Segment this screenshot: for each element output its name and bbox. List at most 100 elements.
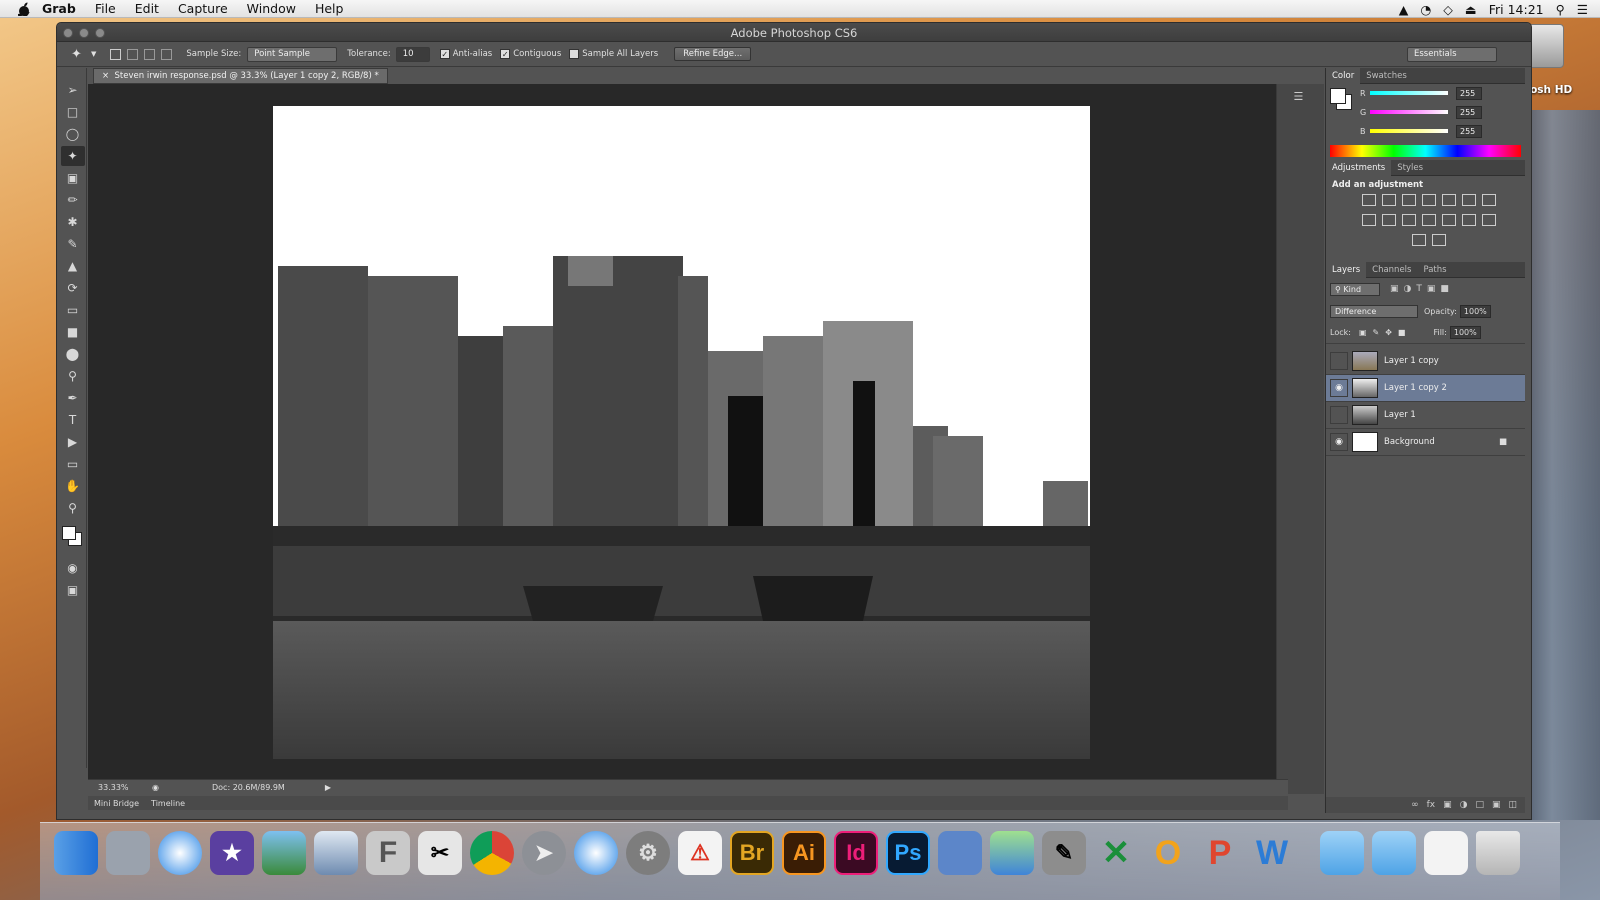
layer-row-selected[interactable]: ◉ Layer 1 copy 2 — [1326, 375, 1525, 402]
new-group-icon[interactable]: □ — [1475, 800, 1484, 810]
imovie-icon[interactable]: ★ — [210, 831, 254, 875]
close-tab-icon[interactable]: × — [102, 71, 115, 81]
color-panel-foreground[interactable] — [1330, 88, 1346, 104]
adjustment-layer-icon[interactable]: ◑ — [1460, 800, 1468, 810]
trash-icon[interactable] — [1476, 831, 1520, 875]
add-mask-icon[interactable]: ▣ — [1443, 800, 1452, 810]
black-white-icon[interactable] — [1362, 214, 1376, 226]
path-selection-tool-icon[interactable]: ▶ — [61, 432, 85, 452]
sample-all-layers-checkbox[interactable]: Sample All Layers — [569, 49, 658, 59]
invert-icon[interactable] — [1442, 214, 1456, 226]
tab-paths[interactable]: Paths — [1417, 262, 1452, 278]
scissors-icon[interactable]: ✂ — [418, 831, 462, 875]
rectangle-tool-icon[interactable]: ▭ — [61, 454, 85, 474]
menu-edit[interactable]: Edit — [135, 1, 159, 16]
menu-app-grab[interactable]: Grab — [42, 1, 76, 16]
image-capture-icon[interactable] — [106, 831, 150, 875]
tab-timeline[interactable]: Timeline — [145, 799, 191, 808]
threshold-icon[interactable] — [1482, 214, 1496, 226]
dodge-tool-icon[interactable]: ⚲ — [61, 366, 85, 386]
sample-size-select[interactable]: Point Sample — [247, 46, 338, 62]
eyedropper-tool-icon[interactable]: ✏ — [61, 190, 85, 210]
document-image[interactable] — [273, 106, 1090, 759]
acrobat-icon[interactable]: ⚠ — [678, 831, 722, 875]
illustrator-icon[interactable]: Ai — [782, 831, 826, 875]
selective-color-icon[interactable] — [1412, 234, 1426, 246]
layer-filter-icons[interactable]: ▣◑T▣■ — [1390, 284, 1454, 294]
preview-icon[interactable] — [314, 831, 358, 875]
marquee-tool-icon[interactable]: □ — [61, 102, 85, 122]
share-icon[interactable]: ◉ — [152, 783, 212, 792]
history-brush-tool-icon[interactable]: ⟳ — [61, 278, 85, 298]
status-menu-arrow-icon[interactable]: ▶ — [325, 783, 331, 792]
fill-input[interactable]: 100% — [1449, 326, 1481, 339]
new-layer-icon[interactable]: ▣ — [1492, 800, 1501, 810]
screen-mode-icon[interactable]: ▣ — [61, 580, 85, 600]
subtract-selection-icon[interactable] — [144, 48, 156, 60]
link-layers-icon[interactable]: ∞ — [1411, 800, 1419, 810]
excel-icon[interactable]: ✕ — [1094, 831, 1138, 875]
channel-mixer-icon[interactable] — [1402, 214, 1416, 226]
r-input[interactable]: 255 — [1456, 87, 1482, 100]
documents-folder-icon[interactable] — [1372, 831, 1416, 875]
g-slider[interactable] — [1370, 110, 1448, 114]
indesign-icon[interactable]: Id — [834, 831, 878, 875]
itunes-icon[interactable] — [158, 831, 202, 875]
r-slider[interactable] — [1370, 91, 1448, 95]
outlook-icon[interactable]: O — [1146, 831, 1190, 875]
brightness-icon[interactable] — [1362, 194, 1376, 206]
time-machine-icon[interactable]: ◔ — [1420, 2, 1431, 17]
notification-center-icon[interactable]: ☰ — [1577, 2, 1588, 17]
layer-row[interactable]: Layer 1 — [1326, 402, 1525, 429]
anti-alias-checkbox[interactable]: ✓ Anti-alias — [439, 49, 492, 59]
eye-icon[interactable]: ◉ — [1330, 379, 1348, 397]
word-icon[interactable]: W — [1250, 831, 1294, 875]
g-input[interactable]: 255 — [1456, 106, 1482, 119]
numbers-icon[interactable] — [990, 831, 1034, 875]
crop-tool-icon[interactable]: ▣ — [61, 168, 85, 188]
type-tool-icon[interactable]: T — [61, 410, 85, 430]
canvas-area[interactable] — [88, 84, 1276, 779]
refine-edge-button[interactable]: Refine Edge... — [674, 47, 752, 61]
tool-preset-chevron-icon[interactable]: ▼ — [91, 50, 96, 58]
move-tool-icon[interactable]: ➢ — [61, 80, 85, 100]
contiguous-checkbox[interactable]: ✓ Contiguous — [500, 49, 561, 59]
color-spectrum-ramp[interactable] — [1330, 145, 1521, 157]
gradient-map-icon[interactable] — [1432, 234, 1446, 246]
tab-adjustments[interactable]: Adjustments — [1326, 159, 1392, 176]
intersect-selection-icon[interactable] — [161, 48, 173, 60]
posterize-icon[interactable] — [1462, 214, 1476, 226]
zoom-tool-icon[interactable]: ⚲ — [61, 498, 85, 518]
hand-tool-icon[interactable]: ✋ — [61, 476, 85, 496]
workspace-select[interactable]: Essentials — [1407, 46, 1497, 62]
magic-wand-tool-icon[interactable]: ✦ — [71, 47, 85, 62]
powerpoint-icon[interactable]: P — [1198, 831, 1242, 875]
visibility-toggle-off[interactable] — [1330, 406, 1348, 424]
healing-brush-tool-icon[interactable]: ✱ — [61, 212, 85, 232]
tab-color[interactable]: Color — [1326, 67, 1361, 84]
hue-saturation-icon[interactable] — [1462, 194, 1476, 206]
tab-channels[interactable]: Channels — [1366, 262, 1417, 278]
add-to-selection-icon[interactable] — [127, 48, 139, 60]
color-lookup-icon[interactable] — [1422, 214, 1436, 226]
menu-capture[interactable]: Capture — [178, 1, 228, 16]
quick-mask-icon[interactable]: ◉ — [61, 558, 85, 578]
eraser-tool-icon[interactable]: ▭ — [61, 300, 85, 320]
keynote-icon[interactable] — [938, 831, 982, 875]
color-balance-icon[interactable] — [1482, 194, 1496, 206]
levels-icon[interactable] — [1382, 194, 1396, 206]
curves-icon[interactable] — [1402, 194, 1416, 206]
new-selection-icon[interactable] — [110, 48, 122, 60]
filter-kind-select[interactable]: ⚲ Kind — [1330, 282, 1380, 296]
tab-layers[interactable]: Layers — [1326, 261, 1367, 278]
downloads-icon[interactable] — [1424, 831, 1468, 875]
photo-filter-icon[interactable] — [1382, 214, 1396, 226]
pen-tool-icon[interactable]: ✒ — [61, 388, 85, 408]
b-slider[interactable] — [1370, 129, 1448, 133]
document-tab[interactable]: × Steven irwin response.psd @ 33.3% (Lay… — [93, 68, 388, 84]
vibrance-icon[interactable] — [1442, 194, 1456, 206]
zoom-level[interactable]: 33.33% — [98, 783, 138, 792]
layer-row[interactable]: ◉ Background ■ — [1326, 429, 1525, 456]
system-preferences-icon[interactable]: ⚙ — [626, 831, 670, 875]
photoshop-icon[interactable]: Ps — [886, 831, 930, 875]
